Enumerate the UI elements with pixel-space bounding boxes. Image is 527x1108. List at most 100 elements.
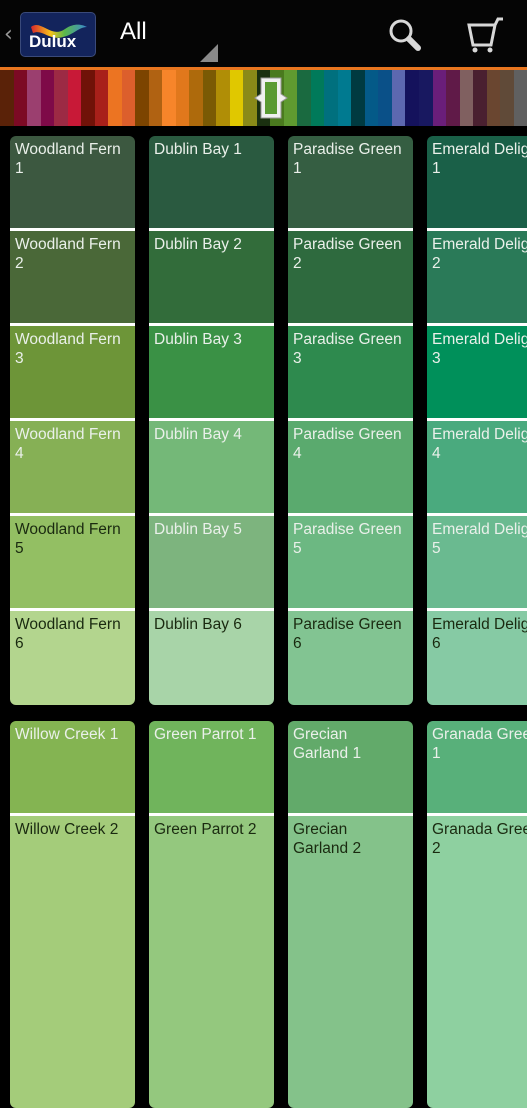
swatch-name: Woodland Fern 6: [15, 616, 121, 652]
swatch-name: Grecian Garland 1: [293, 726, 362, 762]
color-swatch[interactable]: Paradise Green 3: [288, 326, 413, 418]
strip-color-band[interactable]: [216, 70, 230, 126]
color-swatch[interactable]: Paradise Green 1: [288, 136, 413, 228]
color-swatch[interactable]: Dublin Bay 6: [149, 611, 274, 705]
swatch-name: Emerald Delight 6: [432, 616, 527, 652]
color-swatch[interactable]: Woodland Fern 1: [10, 136, 135, 228]
swatch-name: Green Parrot 2: [154, 821, 257, 838]
strip-color-band[interactable]: [405, 70, 419, 126]
color-swatch[interactable]: Paradise Green 5: [288, 516, 413, 608]
swatch-name: Paradise Green 4: [293, 426, 402, 462]
cart-button[interactable]: [465, 15, 507, 59]
color-card[interactable]: Emerald Delight 1 Emerald Delight 2 Emeral…: [427, 136, 527, 705]
cart-icon: [467, 17, 503, 53]
strip-color-band[interactable]: [94, 70, 109, 126]
color-swatch[interactable]: Granada Green 2: [427, 816, 527, 1108]
color-card[interactable]: Green Parrot 1 Green Parrot 2: [149, 721, 274, 1108]
color-swatch[interactable]: Paradise Green 2: [288, 231, 413, 323]
strip-color-band[interactable]: [513, 70, 527, 126]
color-card[interactable]: Grecian Garland 1 Grecian Garland 2: [288, 721, 413, 1108]
strip-color-band[interactable]: [418, 70, 433, 126]
strip-color-band[interactable]: [108, 70, 122, 126]
strip-color-band[interactable]: [351, 70, 365, 126]
strip-color-band[interactable]: [67, 70, 82, 126]
strip-color-band[interactable]: [337, 70, 352, 126]
color-swatch[interactable]: Emerald Delight 1: [427, 136, 527, 228]
color-swatch[interactable]: Green Parrot 2: [149, 816, 274, 1108]
color-card[interactable]: Dublin Bay 1 Dublin Bay 2 Dublin Bay 3 Dubl…: [149, 136, 274, 705]
color-swatch[interactable]: Woodland Fern 6: [10, 611, 135, 705]
strip-color-band[interactable]: [324, 70, 338, 126]
strip-color-band[interactable]: [27, 70, 41, 126]
color-swatch[interactable]: Granada Green 1: [427, 721, 527, 813]
color-swatch[interactable]: Emerald Delight 3: [427, 326, 527, 418]
action-bar: ‹ Dulux All: [0, 0, 527, 67]
back-chevron-icon[interactable]: ‹: [4, 20, 13, 50]
strip-color-band[interactable]: [473, 70, 487, 126]
swatch-name: Emerald Delight 5: [432, 521, 527, 557]
strip-color-band[interactable]: [364, 70, 379, 126]
color-swatch[interactable]: Dublin Bay 4: [149, 421, 274, 513]
filter-dropdown[interactable]: All: [120, 18, 147, 46]
color-swatch[interactable]: Woodland Fern 3: [10, 326, 135, 418]
color-swatch[interactable]: Willow Creek 2: [10, 816, 135, 1108]
strip-color-band[interactable]: [0, 70, 14, 126]
color-swatch[interactable]: Woodland Fern 5: [10, 516, 135, 608]
color-swatch[interactable]: Dublin Bay 5: [149, 516, 274, 608]
strip-color-band[interactable]: [54, 70, 68, 126]
swatch-name: Willow Creek 2: [15, 821, 119, 838]
strip-color-band[interactable]: [297, 70, 311, 126]
strip-color-band[interactable]: [162, 70, 176, 126]
strip-selector-handle[interactable]: [247, 74, 295, 122]
bracket-handle-icon: [254, 77, 288, 119]
strip-color-band[interactable]: [229, 70, 244, 126]
swatch-name: Granada Green 2: [432, 821, 527, 857]
strip-color-band[interactable]: [378, 70, 392, 126]
color-swatch[interactable]: Emerald Delight 6: [427, 611, 527, 705]
strip-color-band[interactable]: [446, 70, 460, 126]
color-swatch[interactable]: Dublin Bay 1: [149, 136, 274, 228]
strip-color-band[interactable]: [135, 70, 149, 126]
swatch-name: Dublin Bay 5: [154, 521, 242, 538]
strip-color-band[interactable]: [391, 70, 406, 126]
color-swatch[interactable]: Grecian Garland 2: [288, 816, 413, 1108]
strip-color-band[interactable]: [202, 70, 217, 126]
color-card[interactable]: Woodland Fern 1 Woodland Fern 2 Woodland F…: [10, 136, 135, 705]
color-swatch[interactable]: Willow Creek 1: [10, 721, 135, 813]
color-card[interactable]: Paradise Green 1 Paradise Green 2 Paradise…: [288, 136, 413, 705]
strip-color-band[interactable]: [175, 70, 190, 126]
color-swatch[interactable]: Emerald Delight 5: [427, 516, 527, 608]
strip-color-band[interactable]: [310, 70, 325, 126]
color-swatch[interactable]: Dublin Bay 3: [149, 326, 274, 418]
search-button[interactable]: [385, 15, 425, 59]
color-swatch[interactable]: Paradise Green 6: [288, 611, 413, 705]
strip-color-band[interactable]: [148, 70, 163, 126]
color-swatch[interactable]: Paradise Green 4: [288, 421, 413, 513]
strip-color-band[interactable]: [500, 70, 514, 126]
color-swatch[interactable]: Grecian Garland 1: [288, 721, 413, 813]
swatch-name: Paradise Green 1: [293, 141, 402, 177]
swatch-name: Willow Creek 1: [15, 726, 119, 743]
strip-color-band[interactable]: [13, 70, 28, 126]
dulux-logo[interactable]: Dulux: [20, 12, 96, 57]
swatch-name: Paradise Green 3: [293, 331, 402, 367]
swatch-name: Emerald Delight 2: [432, 236, 527, 272]
color-swatch[interactable]: Dublin Bay 2: [149, 231, 274, 323]
strip-color-band[interactable]: [81, 70, 95, 126]
swatch-name: Woodland Fern 3: [15, 331, 121, 367]
swatch-name: Green Parrot 1: [154, 726, 257, 743]
strip-color-band[interactable]: [121, 70, 136, 126]
color-swatch[interactable]: Emerald Delight 4: [427, 421, 527, 513]
strip-color-band[interactable]: [432, 70, 447, 126]
strip-color-band[interactable]: [189, 70, 203, 126]
strip-color-band[interactable]: [40, 70, 55, 126]
color-swatch[interactable]: Woodland Fern 2: [10, 231, 135, 323]
strip-color-band[interactable]: [459, 70, 474, 126]
color-swatch[interactable]: Woodland Fern 4: [10, 421, 135, 513]
color-card[interactable]: Granada Green 1 Granada Green 2: [427, 721, 527, 1108]
swatch-name: Emerald Delight 4: [432, 426, 527, 462]
color-swatch[interactable]: Emerald Delight 2: [427, 231, 527, 323]
color-swatch[interactable]: Green Parrot 1: [149, 721, 274, 813]
color-card[interactable]: Willow Creek 1 Willow Creek 2: [10, 721, 135, 1108]
strip-color-band[interactable]: [486, 70, 501, 126]
